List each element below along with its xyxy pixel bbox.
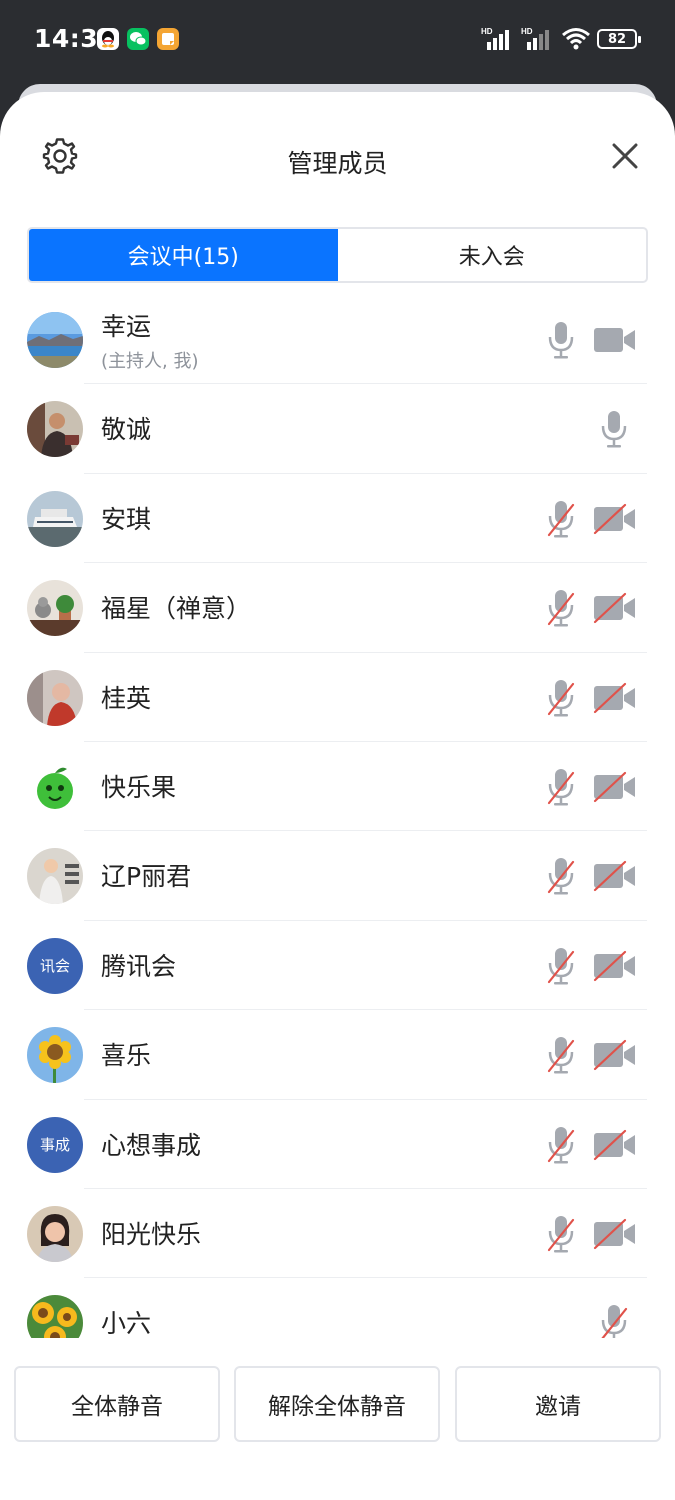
mic-muted-icon[interactable] <box>546 945 576 987</box>
member-row[interactable]: 敬诚 <box>0 384 675 474</box>
avatar <box>27 312 83 368</box>
mic-muted-icon[interactable] <box>546 1124 576 1166</box>
wifi-icon <box>562 28 590 50</box>
avatar <box>27 490 83 547</box>
avatar <box>27 580 83 637</box>
svg-text:HD: HD <box>481 27 493 36</box>
member-name: 敬诚 <box>101 415 152 445</box>
avatar <box>27 848 83 905</box>
member-row[interactable]: 幸运 (主持人, 我) <box>0 295 675 385</box>
mic-muted-icon[interactable] <box>546 855 576 897</box>
mic-muted-icon[interactable] <box>546 677 576 719</box>
page-title: 管理成员 <box>287 149 388 178</box>
mic-muted-icon[interactable] <box>546 1034 576 1076</box>
camera-off-icon[interactable] <box>593 1128 637 1162</box>
status-indicators: HD HD 82 <box>481 26 641 52</box>
camera-off-icon[interactable] <box>593 949 637 983</box>
close-icon[interactable] <box>607 138 643 174</box>
member-row[interactable]: 阳光快乐 <box>0 1189 675 1279</box>
avatar: 事成 <box>27 1116 83 1173</box>
avatar: 讯会 <box>27 937 83 994</box>
member-name: 心想事成 <box>101 1130 202 1160</box>
camera-off-icon[interactable] <box>593 681 637 715</box>
member-name: 辽P丽君 <box>101 862 192 892</box>
signal-icon-2: HD <box>521 27 549 50</box>
camera-off-icon[interactable] <box>593 1038 637 1072</box>
member-row[interactable]: 小六 <box>0 1278 675 1338</box>
member-name: 福星（禅意） <box>101 594 252 624</box>
signal-icon: HD <box>481 27 509 50</box>
mic-muted-icon[interactable] <box>599 1302 629 1338</box>
sheet-header: 管理成员 <box>0 92 675 227</box>
avatar <box>27 669 83 726</box>
member-row[interactable]: 安琪 <box>0 474 675 564</box>
member-name: 阳光快乐 <box>101 1219 202 1249</box>
member-row[interactable]: 快乐果 <box>0 742 675 832</box>
battery-indicator: 82 <box>597 29 641 49</box>
manage-members-sheet: 管理成员 会议中(15) 未入会 幸运 (主持人, 我) 敬诚安琪福星（禅意） 桂英快… <box>0 92 675 1500</box>
avatar <box>27 1295 83 1338</box>
camera-icon[interactable] <box>593 323 637 357</box>
camera-off-icon[interactable] <box>593 502 637 536</box>
camera-off-icon[interactable] <box>593 1217 637 1251</box>
member-row[interactable]: 事成 心想事成 <box>0 1100 675 1189</box>
notes-icon <box>157 28 179 50</box>
svg-text:HD: HD <box>521 27 533 36</box>
member-row[interactable]: 讯会 腾讯会 <box>0 921 675 1011</box>
mic-muted-icon[interactable] <box>546 1213 576 1255</box>
member-row[interactable]: 桂英 <box>0 653 675 742</box>
member-row[interactable]: 喜乐 <box>0 1010 675 1100</box>
status-bar: 14:34 HD HD 82 <box>0 0 675 84</box>
tab-not-joined[interactable]: 未入会 <box>338 229 647 281</box>
camera-off-icon[interactable] <box>593 770 637 804</box>
member-role: (主持人, 我) <box>101 351 199 372</box>
member-name: 快乐果 <box>101 772 177 802</box>
mic-muted-icon[interactable] <box>546 498 576 540</box>
qq-icon <box>97 28 119 50</box>
mic-icon[interactable] <box>546 319 576 361</box>
status-app-icons <box>97 28 179 50</box>
member-name: 小六 <box>101 1309 152 1338</box>
member-row[interactable]: 福星（禅意） <box>0 563 675 653</box>
member-name: 安琪 <box>101 504 152 534</box>
member-name: 喜乐 <box>101 1041 152 1071</box>
avatar <box>27 758 83 815</box>
unmute-all-button[interactable]: 解除全体静音 <box>234 1366 440 1442</box>
member-tabs: 会议中(15) 未入会 <box>27 227 648 283</box>
member-name: 桂英 <box>101 683 152 713</box>
avatar <box>27 1027 83 1084</box>
member-row[interactable]: 辽P丽君 <box>0 831 675 921</box>
camera-off-icon[interactable] <box>593 591 637 625</box>
member-list[interactable]: 幸运 (主持人, 我) 敬诚安琪福星（禅意） 桂英快乐果辽P丽君讯会 腾讯会喜乐事成 心想… <box>0 295 675 1338</box>
avatar <box>27 401 83 458</box>
tab-in-meeting[interactable]: 会议中(15) <box>29 229 338 281</box>
mic-icon[interactable] <box>599 408 629 450</box>
member-name: 腾讯会 <box>101 951 177 981</box>
mic-muted-icon[interactable] <box>546 766 576 808</box>
mute-all-button[interactable]: 全体静音 <box>14 1366 220 1442</box>
invite-button[interactable]: 邀请 <box>455 1366 661 1442</box>
mic-muted-icon[interactable] <box>546 587 576 629</box>
wechat-icon <box>127 28 149 50</box>
camera-off-icon[interactable] <box>593 859 637 893</box>
bottom-actions: 全体静音 解除全体静音 邀请 <box>0 1366 675 1442</box>
member-name: 幸运 <box>101 312 152 341</box>
avatar <box>27 1205 83 1262</box>
